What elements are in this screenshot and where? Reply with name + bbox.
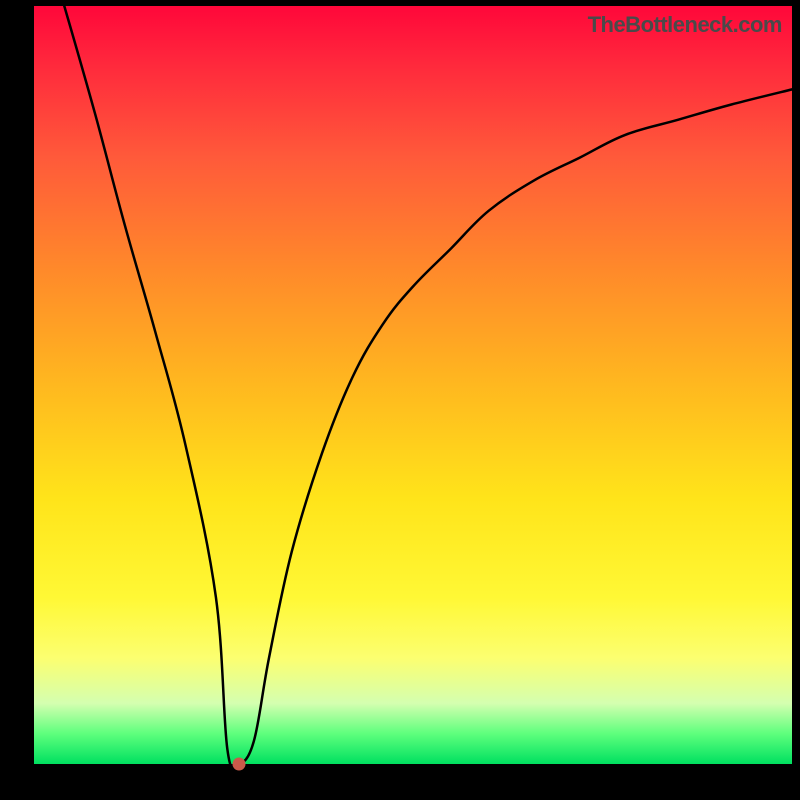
bottleneck-curve-path	[64, 6, 792, 764]
plot-area: TheBottleneck.com	[34, 6, 792, 764]
curve-svg	[34, 6, 792, 764]
marker-dot	[232, 758, 245, 771]
chart-container: TheBottleneck.com	[0, 0, 800, 800]
